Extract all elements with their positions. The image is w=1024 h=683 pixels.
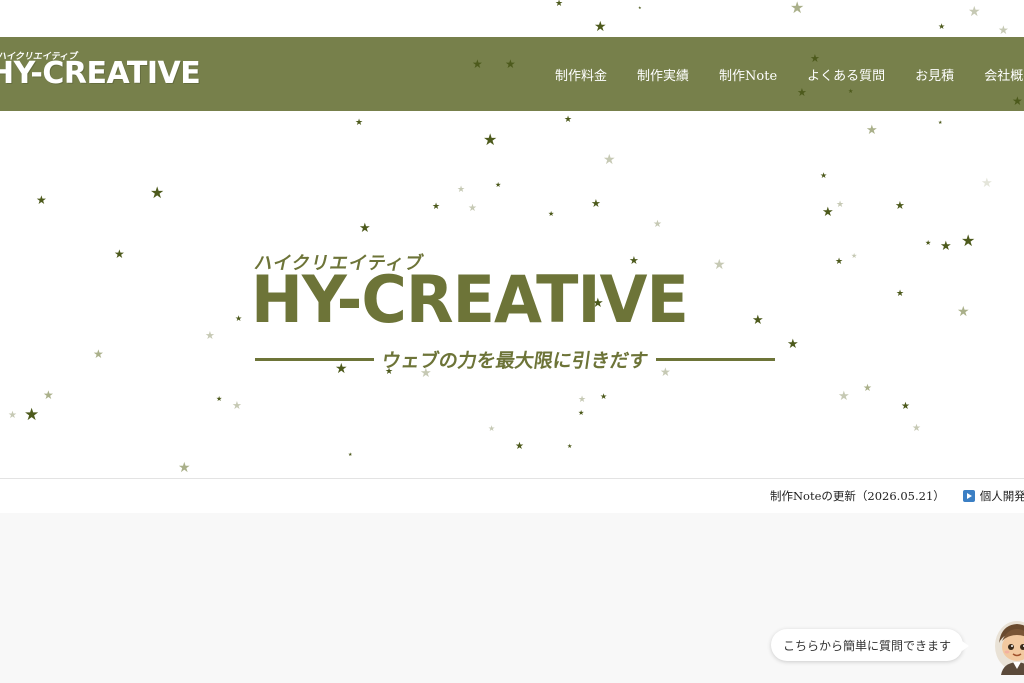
- star-icon: ★: [938, 22, 946, 31]
- nav-faq[interactable]: よくある質問: [807, 65, 885, 84]
- hero-tagline: ウェブの力を最大限に引きだす: [255, 346, 776, 373]
- tagline-line-right: [656, 358, 776, 361]
- star-icon: ★: [790, 0, 805, 17]
- assistant-avatar[interactable]: [993, 619, 1024, 675]
- site-logo[interactable]: ハイクリエイティブ HY-CREATIVE: [0, 37, 201, 111]
- avatar-icon: [995, 621, 1024, 675]
- ticker-item-link[interactable]: 個人開発者向けのサービス: [980, 488, 1024, 504]
- play-icon: [962, 490, 975, 502]
- star-icon: ★: [638, 5, 642, 10]
- hero: ハイクリエイティブ HY-CREATIVE ウェブの力を最大限に引きだす: [0, 111, 1024, 478]
- nav-pricing[interactable]: 制作料金: [555, 65, 607, 84]
- news-ticker: 制作Noteの更新（2026.05.21） 個人開発者向けのサービス: [0, 478, 1024, 514]
- tagline-line-left: [255, 358, 374, 361]
- star-icon: ★: [594, 19, 607, 35]
- main-nav: 制作料金 制作実績 制作Note よくある質問 お見積 会社概要: [555, 37, 1024, 111]
- star-icon: ★: [555, 0, 564, 9]
- chat-prompt-bubble[interactable]: こちらから簡単に質問できます: [771, 629, 970, 661]
- star-icon: ★: [998, 23, 1009, 37]
- nav-company[interactable]: 会社概要: [984, 65, 1024, 84]
- star-icon: ★: [472, 57, 483, 71]
- tagline-text: ウェブの力を最大限に引きだす: [380, 350, 650, 372]
- logo-text: HY-CREATIVE: [0, 56, 201, 91]
- ticker-content: 制作Noteの更新（2026.05.21） 個人開発者向けのサービス: [770, 479, 1024, 513]
- nav-estimate[interactable]: お見積: [915, 65, 954, 84]
- site-header: ハイクリエイティブ HY-CREATIVE ★ ★ ★ ★ ★ ★ 制作料金 制…: [0, 37, 1024, 111]
- hero-title: HY-CREATIVE: [251, 261, 689, 338]
- star-icon: ★: [505, 57, 516, 71]
- star-icon: ★: [968, 4, 981, 20]
- nav-note[interactable]: 制作Note: [719, 65, 777, 84]
- nav-works[interactable]: 制作実績: [637, 65, 689, 84]
- hero-logo: ハイクリエイティブ HY-CREATIVE ウェブの力を最大限に引きだす: [251, 249, 776, 379]
- ticker-update-text[interactable]: 制作Noteの更新（2026.05.21）: [770, 488, 945, 504]
